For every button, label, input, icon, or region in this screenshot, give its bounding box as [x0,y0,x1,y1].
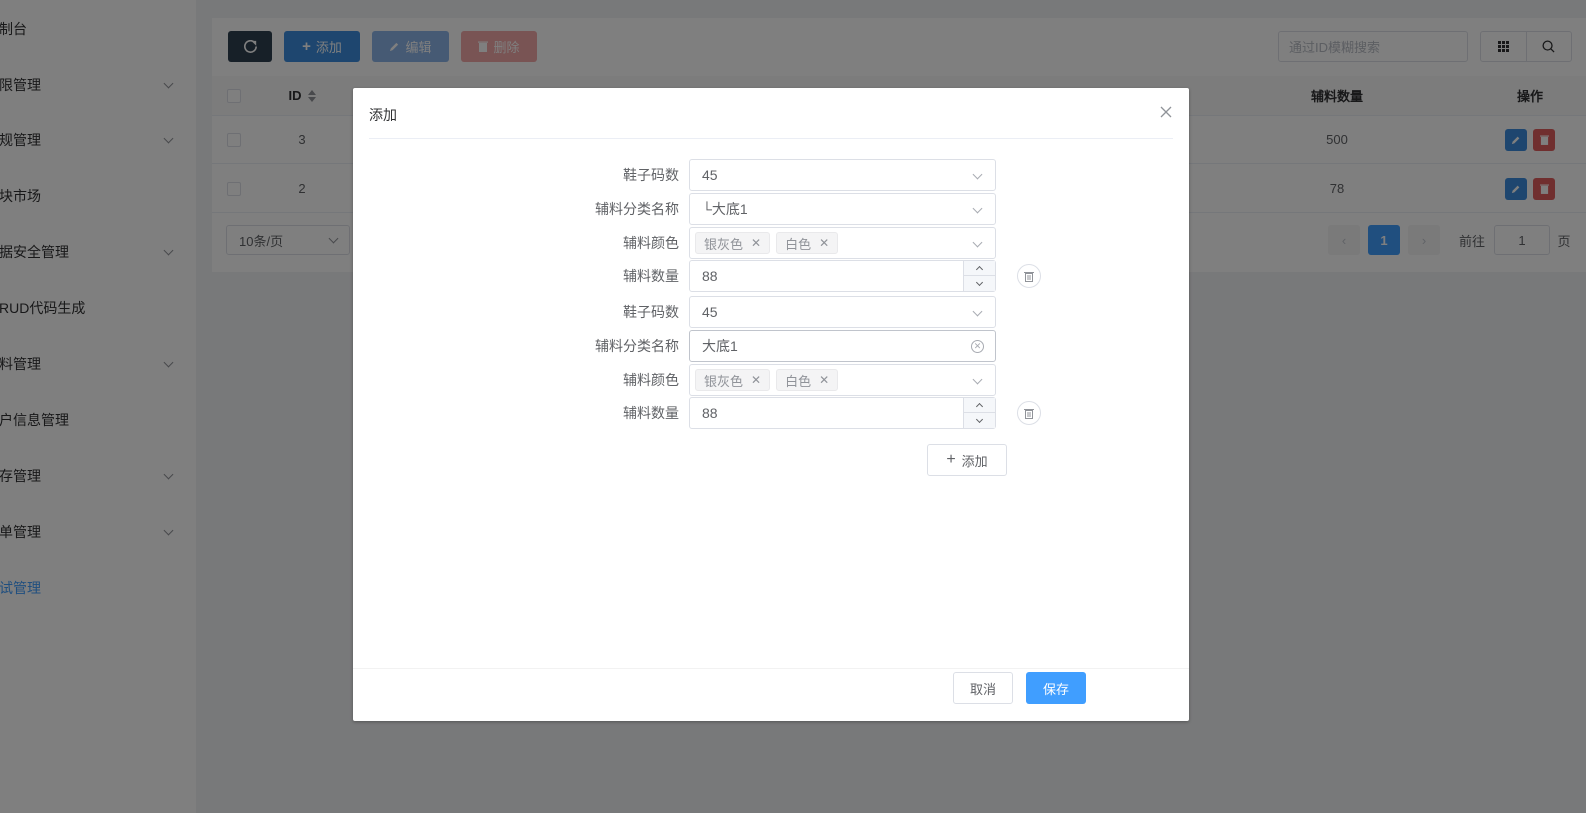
color-tag: 白色 ✕ [776,232,839,254]
cancel-button[interactable]: 取消 [953,672,1013,704]
trash-icon [1024,271,1034,282]
tag-close-icon[interactable]: ✕ [751,373,761,387]
quantity-value: 88 [702,405,718,421]
category-value: 大底1 [702,338,738,354]
quantity-row: 辅料数量 88 [353,260,1189,292]
color-multiselect[interactable]: 银灰色 ✕ 白色 ✕ [689,364,996,396]
close-icon[interactable] [1159,105,1173,119]
add-row-label: 添加 [961,453,988,469]
increment-button[interactable] [964,398,995,413]
color-tag-label: 白色 [785,236,812,252]
chevron-down-icon [972,203,983,214]
chevron-down-icon [972,306,983,317]
shoe-size-value: 45 [702,167,718,183]
decrement-button[interactable] [964,276,995,291]
stepper-controls [963,398,995,428]
quantity-row: 辅料数量 88 [353,397,1189,429]
add-dialog: 添加 鞋子码数 45 辅料分类名称 └大底1 辅料颜色 银灰色 ✕ 白色 ✕ 辅料数… [353,88,1189,721]
color-row: 辅料颜色 银灰色 ✕ 白色 ✕ [353,227,1189,259]
remove-row-button[interactable] [1017,401,1041,425]
color-tag: 银灰色 ✕ [695,232,771,254]
dialog-title: 添加 [369,107,397,123]
chevron-down-icon [975,278,984,286]
category-label: 辅料分类名称 [595,201,679,217]
remove-row-button[interactable] [1017,264,1041,288]
dialog-divider [369,138,1173,139]
chevron-down-icon [972,237,983,248]
add-row-button[interactable]: + 添加 [927,444,1007,476]
color-tag-label: 白色 [785,373,812,389]
increment-button[interactable] [964,261,995,276]
shoe-size-select[interactable]: 45 [689,159,996,191]
category-row: 辅料分类名称 └大底1 [353,193,1189,225]
tag-close-icon[interactable]: ✕ [819,236,829,250]
color-multiselect[interactable]: 银灰色 ✕ 白色 ✕ [689,227,996,259]
color-tag: 银灰色 ✕ [695,369,771,391]
category-value: └大底1 [702,201,748,217]
quantity-label: 辅料数量 [623,405,679,421]
tag-close-icon[interactable]: ✕ [819,373,829,387]
category-select[interactable]: └大底1 [689,193,996,225]
footer-divider [353,668,1189,669]
chevron-up-icon [975,265,984,274]
clear-icon[interactable]: ✕ [971,340,984,353]
quantity-value: 88 [702,268,718,284]
color-label: 辅料颜色 [623,235,679,251]
tag-close-icon[interactable]: ✕ [751,236,761,250]
stepper-controls [963,261,995,291]
shoe-size-label: 鞋子码数 [623,167,679,183]
color-tag-label: 银灰色 [704,236,744,252]
shoe-size-row: 鞋子码数 45 [353,159,1189,191]
chevron-down-icon [972,169,983,180]
shoe-size-row: 鞋子码数 45 [353,296,1189,328]
decrement-button[interactable] [964,413,995,428]
color-tag: 白色 ✕ [776,369,839,391]
shoe-size-select[interactable]: 45 [689,296,996,328]
quantity-stepper[interactable]: 88 [689,260,996,292]
plus-icon: + [946,451,956,468]
shoe-size-value: 45 [702,304,718,320]
save-button[interactable]: 保存 [1026,672,1086,704]
color-label: 辅料颜色 [623,372,679,388]
category-row: 辅料分类名称 大底1 ✕ [353,330,1189,362]
category-label: 辅料分类名称 [595,338,679,354]
chevron-up-icon [975,402,984,411]
chevron-down-icon [975,415,984,423]
shoe-size-label: 鞋子码数 [623,304,679,320]
color-row: 辅料颜色 银灰色 ✕ 白色 ✕ [353,364,1189,396]
color-tag-label: 银灰色 [704,373,744,389]
trash-icon [1024,408,1034,419]
quantity-label: 辅料数量 [623,268,679,284]
quantity-stepper[interactable]: 88 [689,397,996,429]
category-select[interactable]: 大底1 ✕ [689,330,996,362]
chevron-down-icon [972,374,983,385]
